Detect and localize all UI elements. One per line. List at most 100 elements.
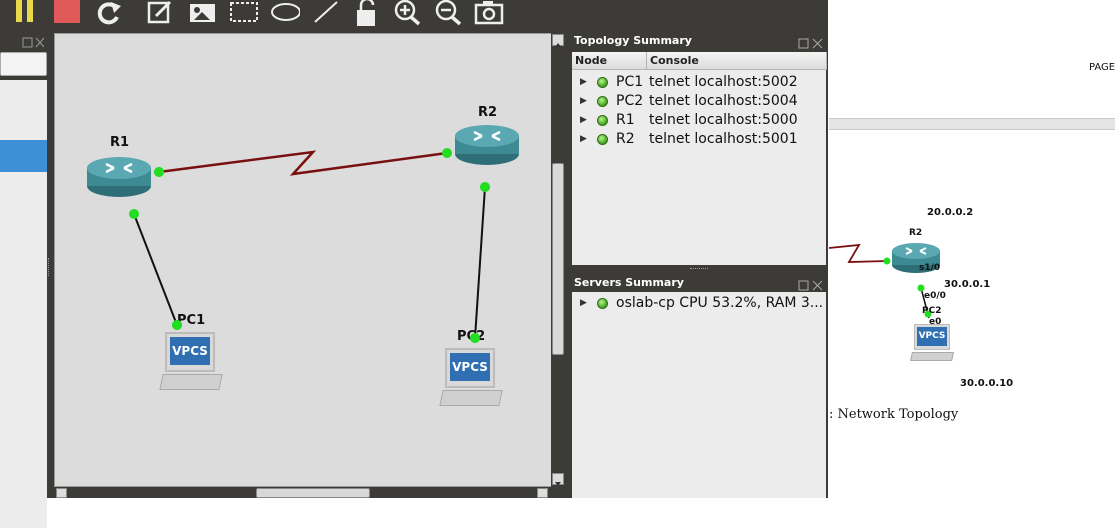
tree-row-r1[interactable]: ▶ R1 telnet localhost:5000 [572,111,828,130]
tree-row-pc2[interactable]: ▶ PC2 telnet localhost:5004 [572,92,828,111]
topology-summary-dock: Topology Summary Node Console ▶ PC1 teln… [570,33,828,265]
vpcs-pc1[interactable]: VPCS [159,332,223,392]
topology-summary-title: Topology Summary [574,34,692,47]
ellipse-icon[interactable] [270,0,300,26]
monitor-icon: VPCS [165,332,215,372]
zoom-out-icon[interactable] [434,0,464,26]
port-r1-e0 [129,209,139,219]
link-r1-r2[interactable] [158,150,448,176]
expand-arrow-icon[interactable]: ▶ [580,111,587,130]
figure-vpcs-pc2: VPCS [910,324,955,364]
toolbar [0,0,828,30]
column-header-node[interactable]: Node [572,52,647,70]
expand-arrow-icon[interactable]: ▶ [580,294,587,313]
tree-row-pc1[interactable]: ▶ PC1 telnet localhost:5002 [572,73,828,92]
router-r2[interactable] [454,124,520,166]
left-dock-filter-box[interactable] [0,52,47,76]
tree-row-r2[interactable]: ▶ R2 telnet localhost:5001 [572,130,828,149]
status-led-icon [597,77,608,88]
vpcs-screen-text: VPCS [917,327,947,346]
servers-summary-title: Servers Summary [574,276,684,289]
reload-icon[interactable] [94,0,124,26]
figure-if-s1-0: s1/0 [919,263,941,273]
console-address: telnet localhost:5001 [649,131,798,147]
stop-icon[interactable] [52,0,82,26]
vpcs-screen-text: VPCS [450,353,490,381]
note-icon[interactable] [146,0,176,26]
node-name: PC2 [616,93,644,109]
figure-ip-30-0-0-10: 30.0.0.10 [960,378,1014,389]
tree-row-server[interactable]: ▶ oslab-cp CPU 53.2%, RAM 3... [572,294,826,313]
pdf-page-top: PAGE [829,0,1115,118]
server-status: oslab-cp CPU 53.2%, RAM 3... [616,295,824,311]
figure-caption: : Network Topology [829,407,959,422]
dock-float-close-icon[interactable] [22,34,46,48]
dock-splitter[interactable] [48,258,51,276]
figure-links [829,243,932,319]
canvas-horizontal-scrollbar[interactable] [54,487,551,498]
link-r2-pc2[interactable] [474,186,486,339]
node-name: R2 [616,131,635,147]
topology-summary-tree: Node Console ▶ PC1 telnet localhost:5002… [572,52,828,265]
status-led-icon [597,115,608,126]
node-name: PC1 [616,74,644,90]
monitor-icon: VPCS [914,324,950,350]
dock-float-close-icon[interactable] [798,35,824,49]
servers-summary-tree: ▶ oslab-cp CPU 53.2%, RAM 3... [572,292,826,498]
left-dock [0,30,52,528]
vpcs-screen-text: VPCS [170,337,210,365]
console-address: telnet localhost:5004 [649,93,798,109]
pdf-page-gap [829,118,1115,130]
port-r2-s1 [442,148,452,158]
status-led-icon [597,96,608,107]
router-r1[interactable] [86,156,152,198]
console-address: telnet localhost:5000 [649,112,798,128]
figure-label-pc2: PC2 [922,306,942,316]
scroll-right-arrow-icon[interactable] [537,488,548,498]
pdf-viewer: PAGE R2 20.0.0.2 s1/0 30.0.0.1 e0/0 PC2 … [829,0,1115,498]
keyboard-icon [439,390,503,406]
status-led-icon [597,134,608,145]
column-header-console[interactable]: Console [647,52,827,70]
figure-label-r2: R2 [909,228,923,238]
hscroll-thumb[interactable] [256,488,370,498]
dock-float-close-icon[interactable] [798,277,824,291]
scroll-thumb[interactable] [552,163,564,355]
figure-ip-30-0-0-1: 30.0.0.1 [944,279,991,290]
zoom-in-icon[interactable] [393,0,423,26]
status-led-icon [597,298,608,309]
router-icon [455,125,519,165]
left-dock-selected-item[interactable] [0,140,47,172]
node-label-r1: R1 [110,135,130,150]
vpcs-pc2[interactable]: VPCS [439,348,503,408]
link-r1-pc1[interactable] [133,213,178,326]
line-icon[interactable] [311,0,341,26]
canvas-vertical-scrollbar[interactable] [551,33,565,487]
scroll-left-arrow-icon[interactable] [56,488,67,498]
keyboard-icon [159,374,223,390]
port-r2-e0-front [480,182,490,192]
monitor-icon: VPCS [445,348,495,388]
links-layer [129,148,490,343]
servers-summary-dock: Servers Summary ▶ oslab-cp CPU 53.2%, RA… [570,275,828,498]
image-icon[interactable] [188,0,218,26]
screenshot-icon[interactable] [474,0,504,26]
scroll-down-arrow-icon[interactable] [552,473,564,486]
keyboard-icon [910,352,954,361]
gns3-window: R1 R2 VPCS PC1 VPCS Topology Summary Nod… [0,0,828,528]
port-r1-s1-front [154,167,164,177]
topology-canvas[interactable]: R1 R2 VPCS PC1 VPCS [54,33,552,487]
expand-arrow-icon[interactable]: ▶ [580,92,587,111]
rectangle-icon[interactable] [229,0,259,26]
dock-splitter-horizontal[interactable] [570,265,828,273]
figure-ip-20-0-0-2: 20.0.0.2 [927,207,974,218]
port-pc2-front [470,333,480,343]
pause-icon[interactable] [10,0,40,26]
router-icon [87,157,151,197]
node-name: R1 [616,112,635,128]
expand-arrow-icon[interactable]: ▶ [580,130,587,149]
scroll-up-arrow-icon[interactable] [552,34,564,47]
pdf-header-text: PAGE [1089,62,1115,73]
lock-icon[interactable] [353,0,383,26]
expand-arrow-icon[interactable]: ▶ [580,73,587,92]
